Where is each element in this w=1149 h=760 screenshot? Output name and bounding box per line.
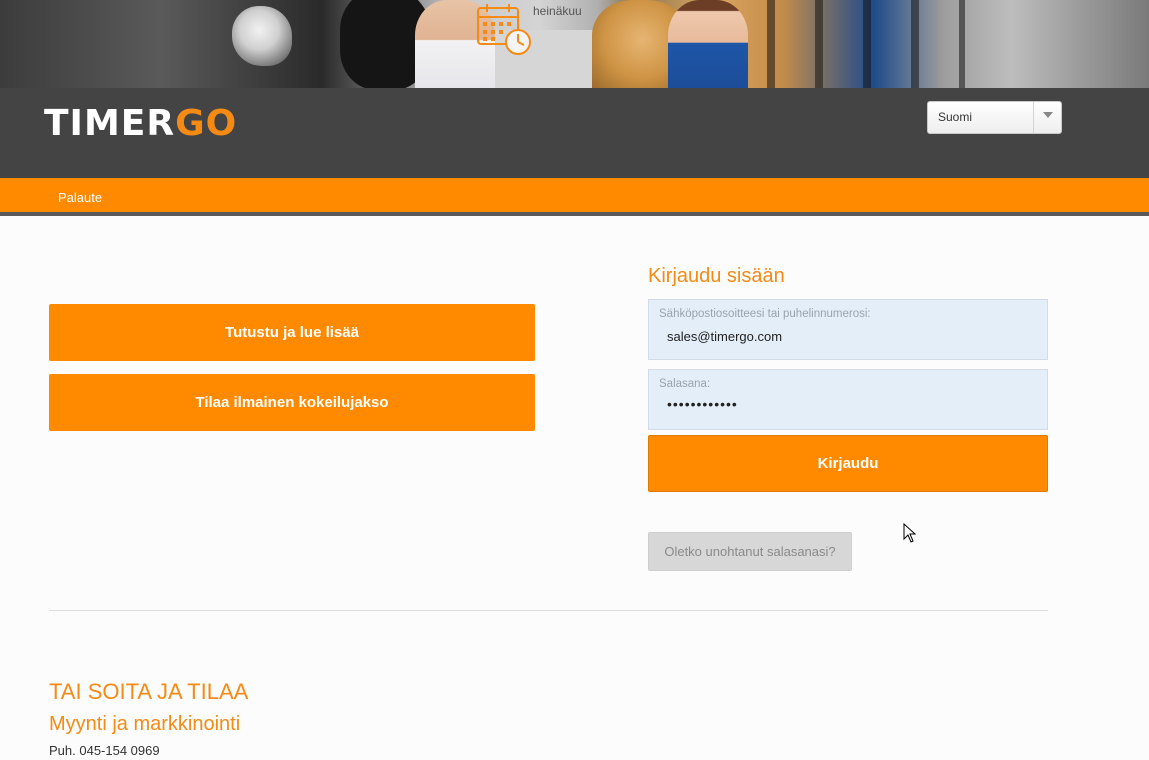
chevron-down-icon[interactable] [1033,102,1061,133]
email-field-label: Sähköpostiosoitteesi tai puhelinnumerosi… [659,308,871,320]
banner-month-text: heinäkuu [533,4,582,18]
logo-text-go: GO [175,103,238,144]
forgot-password-button[interactable]: Oletko unohtanut salasanasi? [648,532,852,571]
language-select-value: Suomi [938,110,973,124]
nav-item-palaute[interactable]: Palaute [58,190,102,205]
site-header: TIMERGO Suomi [0,88,1149,178]
learn-more-button[interactable]: Tutustu ja lue lisää [49,304,535,361]
login-button[interactable]: Kirjaudu [648,435,1048,492]
banner-dog-photo [232,6,292,66]
header-banner-image: heinäkuu [0,0,1149,88]
sales-phone-number: Puh. 045-154 0969 [49,743,160,758]
sales-marketing-subtitle: Myynti ja markkinointi [49,713,241,735]
mouse-pointer-icon [903,523,917,543]
password-field-label: Salasana: [659,378,711,390]
free-trial-button[interactable]: Tilaa ilmainen kokeilujakso [49,374,535,431]
banner-harness-race-photo [745,0,965,88]
login-title: Kirjaudu sisään [648,265,785,287]
email-field[interactable]: Sähköpostiosoitteesi tai puhelinnumerosi… [648,299,1048,360]
email-field-value[interactable]: sales@timergo.com [667,329,782,344]
main-nav: Palaute [0,178,1149,216]
logo-text-timer: TIMER [44,103,176,144]
banner-woman-photo [668,0,748,88]
calendar-clock-icon [477,4,531,55]
section-divider [49,610,1048,611]
password-field[interactable]: Salasana: •••••••••••• [648,369,1048,430]
language-select[interactable]: Suomi [927,101,1062,134]
password-field-value[interactable]: •••••••••••• [667,396,738,412]
call-to-order-title: TAI SOITA JA TILAA [49,679,249,704]
timergo-logo[interactable]: TIMERGO [44,102,237,146]
